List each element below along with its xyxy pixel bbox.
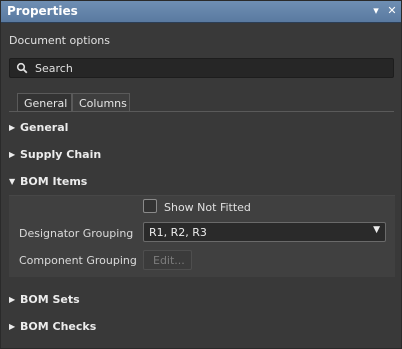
collapsed-caret-icon: ▶ [9,322,16,331]
section-supply-chain-label: Supply Chain [20,148,102,161]
section-bom-items-label: BOM Items [20,175,88,188]
collapsed-caret-icon: ▶ [9,123,16,132]
section-bom-checks[interactable]: ▶ BOM Checks [9,320,96,333]
show-not-fitted-label: Show Not Fitted [164,201,251,214]
collapsed-caret-icon: ▶ [9,150,16,159]
designator-grouping-value: R1, R2, R3 [149,226,207,239]
properties-panel: Properties ▾ ✕ Document options Search G… [0,0,402,349]
collapsed-caret-icon: ▶ [9,295,16,304]
section-general[interactable]: ▶ General [9,121,68,134]
designator-grouping-label: Designator Grouping [19,227,134,240]
tab-columns[interactable]: Columns [72,93,130,112]
section-bom-checks-label: BOM Checks [20,320,97,333]
pin-menu-icon[interactable]: ▾ [369,4,383,17]
edit-button-label: Edit... [153,254,185,267]
edit-component-grouping-button[interactable]: Edit... [143,250,192,270]
section-bom-items[interactable]: ▼ BOM Items [9,175,87,188]
tab-general[interactable]: General [17,93,72,112]
section-general-label: General [20,121,69,134]
search-input[interactable]: Search [9,58,394,78]
designator-grouping-select[interactable]: R1, R2, R3 ▼ [143,222,386,242]
chevron-down-icon: ▼ [373,225,380,235]
search-placeholder: Search [35,62,73,75]
show-not-fitted-checkbox[interactable] [143,199,157,213]
expanded-caret-icon: ▼ [9,177,16,186]
panel-title: Properties [7,4,78,18]
section-bom-sets-label: BOM Sets [20,293,80,306]
component-grouping-label: Component Grouping [19,254,137,267]
section-bom-sets[interactable]: ▶ BOM Sets [9,293,80,306]
panel-titlebar: Properties ▾ ✕ [1,1,401,23]
tab-divider [9,111,394,112]
document-options-label: Document options [9,34,110,47]
search-icon [16,62,28,74]
tab-columns-label: Columns [79,97,127,110]
close-icon[interactable]: ✕ [385,4,399,17]
section-supply-chain[interactable]: ▶ Supply Chain [9,148,101,161]
tab-general-label: General [24,97,68,110]
